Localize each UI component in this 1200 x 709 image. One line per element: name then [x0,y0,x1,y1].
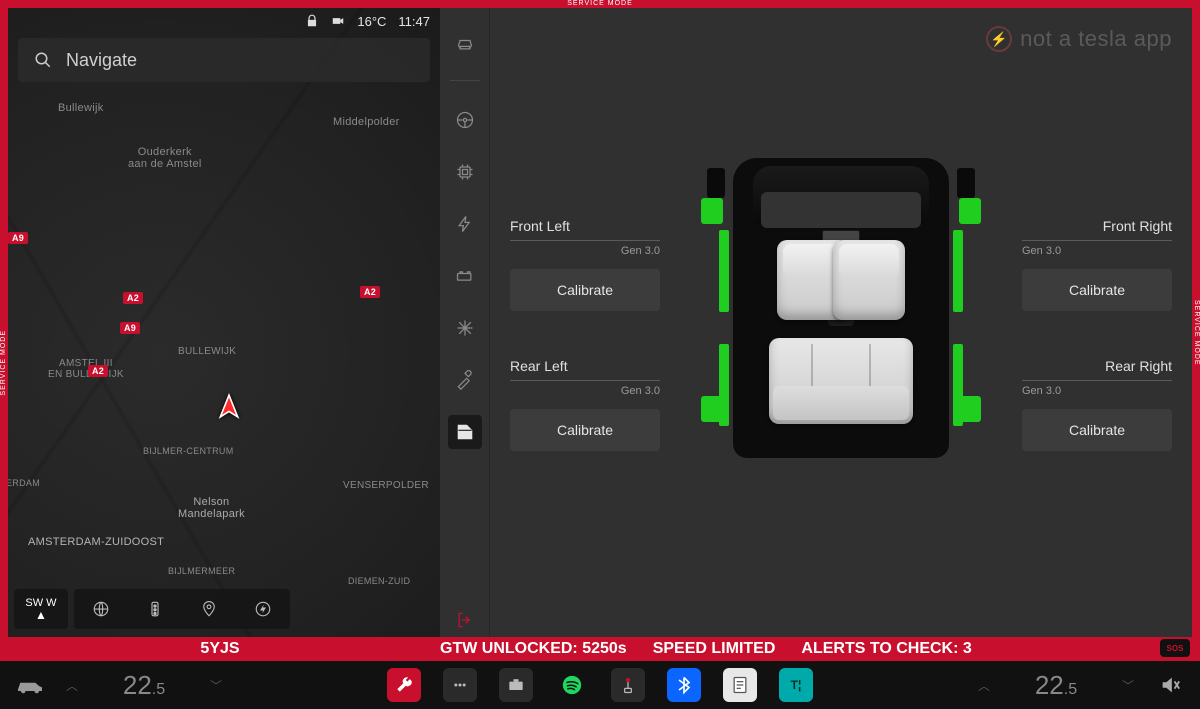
window-fr-title: Front Right [1022,218,1172,241]
app-menu[interactable] [443,668,477,702]
road-tag-a9: A9 [120,322,140,334]
mirror-left [707,168,725,198]
nav-tools[interactable] [448,363,482,397]
temp-left-up[interactable]: ﹀ [204,677,228,694]
window-rr-gen: Gen 3.0 [1022,385,1172,397]
calibrate-fl-button[interactable]: Calibrate [510,269,660,311]
map-toolbar [74,589,290,629]
window-fl-title: Front Left [510,218,660,241]
volume-button[interactable] [1140,674,1200,696]
alerts-status: ALERTS TO CHECK: 3 [801,640,971,658]
service-mode-top-bar: SERVICE MODE [0,0,1200,8]
seat-rear-bench [769,338,913,424]
nav-hvac[interactable] [448,311,482,345]
compass-arrow-icon: ▲ [35,609,47,621]
window-fl-gen: Gen 3.0 [510,245,660,257]
road-tag-a2: A2 [123,292,143,304]
temp-left[interactable]: 22.5 [84,670,204,701]
compass[interactable]: SW W ▲ [14,589,68,629]
seat-front-right [833,240,905,320]
temp-right[interactable]: 22.5 [996,670,1116,701]
nav-battery[interactable] [448,259,482,293]
app-service[interactable] [387,668,421,702]
window-tab-fl [701,198,723,224]
map-traffic-button[interactable] [128,589,182,629]
map-labels: Bullewijk Middelpolder Ouderkerk aan de … [8,8,440,637]
service-alert-strip: 5YJS GTW UNLOCKED: 5250s SPEED LIMITED A… [0,637,1200,661]
nav-divider [450,80,480,81]
calibrate-rl-button[interactable]: Calibrate [510,409,660,451]
bottom-dock: ︿ 22.5 ﹀ T¦ ︿ 22.5 ﹀ [0,661,1200,709]
temp-right-down[interactable]: ︿ [972,677,996,694]
calibrate-rr-button[interactable]: Calibrate [1022,409,1172,451]
app-arcade[interactable] [611,668,645,702]
app-bluetooth[interactable] [667,668,701,702]
nav-exit[interactable] [448,603,482,637]
map-panel[interactable]: 16°C 11:47 Navigate Bullewijk Middelpold… [8,8,440,637]
search-placeholder: Navigate [66,50,137,71]
service-body: Front Left Gen 3.0 Calibrate Rear Left G… [490,8,1192,637]
dashcam-icon [331,14,345,28]
nav-steering[interactable] [448,103,482,137]
calibrate-fr-button[interactable]: Calibrate [1022,269,1172,311]
window-rl-gen: Gen 3.0 [510,385,660,397]
window-rear-left-group: Rear Left Gen 3.0 Calibrate [510,358,660,451]
temp-left-down[interactable]: ︿ [60,677,84,694]
window-rear-right-group: Rear Right Gen 3.0 Calibrate [1022,358,1172,451]
map-pin-button[interactable] [182,589,236,629]
window-front-left-group: Front Left Gen 3.0 Calibrate [510,218,660,311]
window-rr-title: Rear Right [1022,358,1172,381]
status-temperature: 16°C [357,14,386,29]
navigate-search[interactable]: Navigate [18,38,430,82]
road-tag-a2: A2 [88,365,108,377]
lock-icon [305,14,319,28]
service-panel: ⚡ not a tesla app Front Left Gen [440,8,1192,637]
map-charger-button[interactable] [236,589,290,629]
bolt-icon: ⚡ [986,26,1012,52]
window-fr-gen: Gen 3.0 [1022,245,1172,257]
temp-right-up[interactable]: ﹀ [1116,677,1140,694]
service-mode-right-bar: SERVICE MODE [1192,0,1200,661]
app-energy[interactable]: T¦ [779,668,813,702]
service-sidebar [440,8,490,637]
map-globe-button[interactable] [74,589,128,629]
road-tag-a9: A9 [8,232,28,244]
app-notes[interactable] [723,668,757,702]
nav-charging[interactable] [448,207,482,241]
app-dashcam[interactable] [499,668,533,702]
road-tag-a2: A2 [360,286,380,298]
watermark: ⚡ not a tesla app [986,26,1172,52]
search-icon [34,51,52,69]
service-mode-left-bar: SERVICE MODE [0,0,8,661]
current-location-marker [216,393,242,424]
window-tab-rr [959,396,981,422]
nav-chip[interactable] [448,155,482,189]
window-front-right-group: Front Right Gen 3.0 Calibrate [1022,218,1172,311]
window-indicator-fr [953,230,963,312]
nav-vehicle[interactable] [448,26,482,60]
window-rl-title: Rear Left [510,358,660,381]
map-status-row: 16°C 11:47 [8,8,440,34]
nav-doors[interactable] [448,415,482,449]
window-indicator-fl [719,230,729,312]
car-body [733,158,949,458]
app-spotify[interactable] [555,668,589,702]
vin-label: 5YJS [0,640,440,658]
dock-car-button[interactable] [0,675,60,695]
speed-status: SPEED LIMITED [653,640,776,658]
dock-apps: T¦ [228,668,972,702]
window-tab-rl [701,396,723,422]
status-time: 11:47 [398,14,430,29]
gtw-status: GTW UNLOCKED: 5250s [440,640,627,658]
window-tab-fr [959,198,981,224]
mirror-right [957,168,975,198]
sos-button[interactable]: SOS [1160,639,1190,657]
car-top-view [701,158,981,468]
